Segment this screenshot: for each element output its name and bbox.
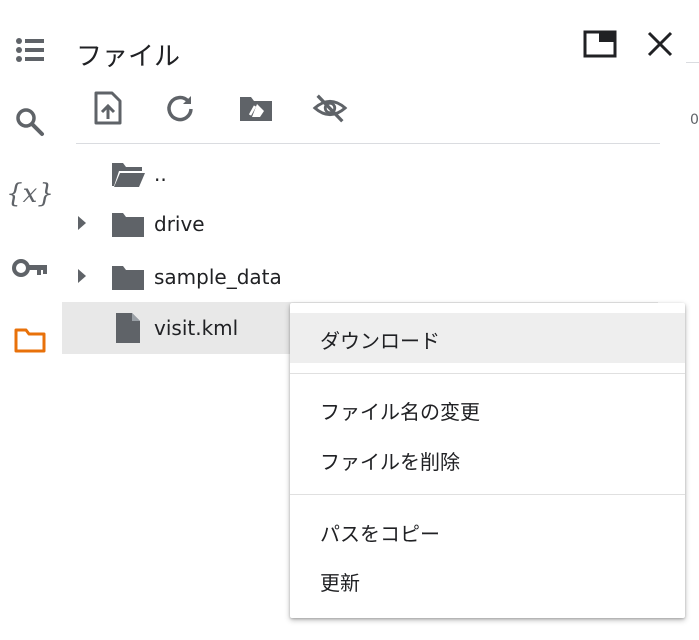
variables-icon-glyph: {x}: [6, 179, 54, 209]
menu-item-label: ダウンロード: [320, 329, 440, 353]
file-name: drive: [154, 212, 205, 236]
menu-item-rename[interactable]: ファイル名の変更: [290, 384, 685, 434]
caret-right-icon[interactable]: [76, 268, 88, 288]
drive-icon[interactable]: [238, 90, 274, 126]
variables-icon[interactable]: {x}: [6, 174, 54, 214]
file-name: sample_data: [154, 265, 282, 289]
toolbar-divider: [76, 143, 660, 144]
folder-icon: [110, 262, 146, 296]
menu-item-copy-path[interactable]: パスをコピー: [290, 506, 685, 556]
file-row-sample-data[interactable]: sample_data: [62, 251, 658, 303]
menu-item-delete[interactable]: ファイルを削除: [290, 434, 685, 484]
folder-open-icon: [110, 159, 146, 193]
file-row-parent[interactable]: ..: [62, 148, 658, 200]
menu-item-label: パスをコピー: [320, 522, 440, 546]
key-icon[interactable]: [10, 248, 50, 288]
file-icon: [114, 311, 142, 349]
upload-icon[interactable]: [90, 90, 126, 126]
table-of-contents-icon[interactable]: [10, 30, 50, 70]
caret-right-icon[interactable]: [76, 215, 88, 235]
menu-divider: [290, 373, 685, 374]
panel-title: ファイル: [76, 42, 181, 72]
open-in-tab-icon[interactable]: [582, 28, 618, 60]
file-row-drive[interactable]: drive: [62, 198, 658, 250]
folder-icon: [110, 209, 146, 243]
menu-item-label: ファイル名の変更: [320, 400, 480, 424]
edge-text: 0: [690, 112, 699, 128]
menu-item-label: ファイルを削除: [320, 450, 460, 474]
folder-icon[interactable]: [10, 320, 50, 360]
menu-divider: [290, 494, 685, 495]
hide-files-icon[interactable]: [312, 90, 348, 126]
file-name: ..: [154, 162, 167, 186]
edge-divider: [686, 62, 699, 63]
close-icon[interactable]: [644, 28, 676, 60]
menu-item-label: 更新: [320, 571, 360, 595]
context-menu: ダウンロード ファイル名の変更 ファイルを削除 パスをコピー 更新: [290, 303, 685, 618]
refresh-icon[interactable]: [162, 90, 198, 126]
menu-item-refresh[interactable]: 更新: [290, 555, 685, 605]
search-icon[interactable]: [10, 102, 50, 142]
file-name: visit.kml: [154, 316, 239, 340]
menu-item-download[interactable]: ダウンロード: [290, 313, 685, 363]
